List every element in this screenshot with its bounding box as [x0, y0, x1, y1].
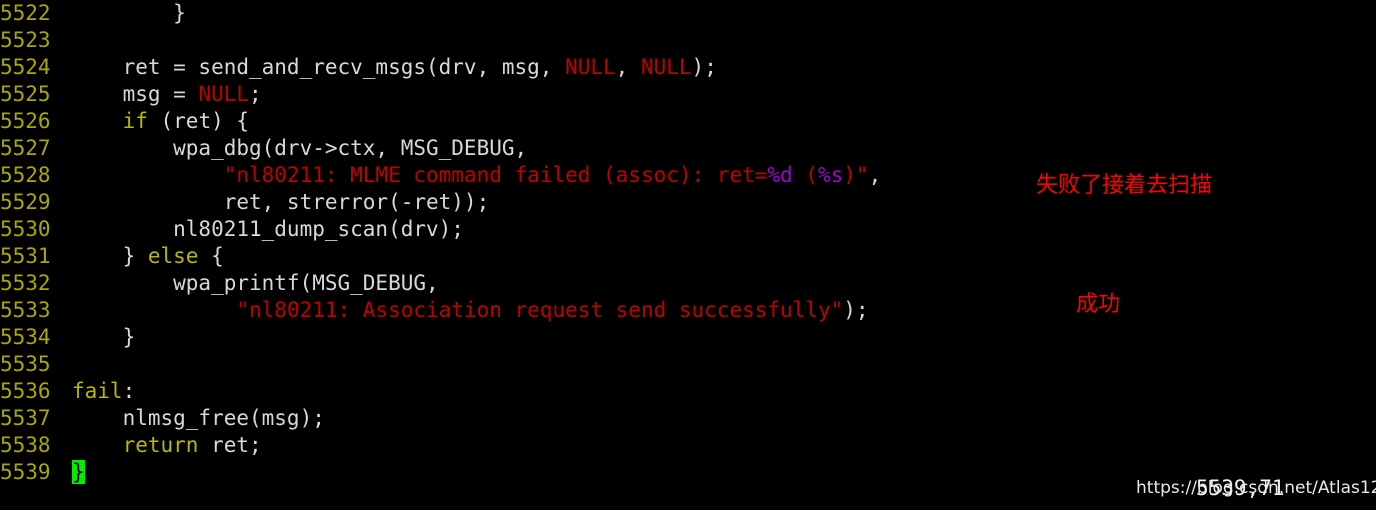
line-number: 5534 — [0, 325, 51, 349]
line-number: 5537 — [0, 406, 51, 430]
code-token-keyword: return — [122, 433, 199, 457]
code-text: } — [72, 1, 186, 25]
code-text: "nl80211: Association request send succe… — [72, 298, 869, 322]
code-token-string: NULL — [198, 82, 250, 106]
code-token-plain: ); — [843, 298, 869, 322]
code-token-string: "nl80211: Association request send succe… — [236, 298, 844, 322]
code-line[interactable]: 5525 msg = NULL; — [0, 81, 1376, 108]
annotation-success-note: 成功 — [1076, 292, 1121, 317]
code-text: "nl80211: MLME command failed (assoc): r… — [72, 163, 882, 187]
code-text: } — [72, 460, 85, 484]
code-text: } else { — [72, 244, 224, 268]
code-token-keyword: else — [147, 244, 199, 268]
code-token-plain: { — [198, 244, 224, 268]
code-token-plain: nl80211_dump_scan(drv); — [72, 217, 464, 241]
line-number: 5539 — [0, 460, 51, 484]
line-number: 5535 — [0, 352, 51, 376]
code-token-plain: , — [868, 163, 882, 187]
line-number: 5533 — [0, 298, 51, 322]
code-line[interactable]: 5533 "nl80211: Association request send … — [0, 297, 1376, 324]
code-editor-viewport: 5522 } 5523 5524 ret = send_and_recv_msgs(… — [0, 0, 1376, 510]
code-token-cursor: } — [72, 460, 85, 484]
code-text: if (ret) { — [72, 109, 249, 133]
code-text: return ret; — [72, 433, 262, 457]
code-token-plain: ret = send_and_recv_msgs(drv, msg, — [72, 55, 566, 79]
code-line[interactable]: 5535 — [0, 351, 1376, 378]
code-line[interactable]: 5527 wpa_dbg(drv->ctx, MSG_DEBUG, — [0, 135, 1376, 162]
code-token-plain: msg = — [72, 82, 199, 106]
code-line[interactable]: 5536 fail: — [0, 378, 1376, 405]
line-number: 5536 — [0, 379, 51, 403]
annotation-failure-note: 失败了接着去扫描 — [1036, 173, 1213, 198]
code-token-plain: (ret) { — [147, 109, 250, 133]
code-token-plain: nlmsg_free(msg); — [72, 406, 325, 430]
line-number: 5527 — [0, 136, 51, 160]
line-number: 5531 — [0, 244, 51, 268]
code-line[interactable]: 5534 } — [0, 324, 1376, 351]
line-number: 5522 — [0, 1, 51, 25]
code-token-string: NULL — [565, 55, 616, 79]
code-text: ret, strerror(-ret)); — [72, 190, 490, 214]
code-token-keyword: if — [122, 109, 148, 133]
code-token-plain: , — [615, 55, 641, 79]
code-text: fail: — [72, 379, 135, 403]
code-token-string: NULL — [640, 55, 692, 79]
code-text: nl80211_dump_scan(drv); — [72, 217, 464, 241]
code-line[interactable]: 5538 return ret; — [0, 432, 1376, 459]
code-token-string: )" — [843, 163, 869, 187]
code-token-label: fail — [72, 379, 123, 403]
code-token-plain: wpa_dbg(drv->ctx, MSG_DEBUG, — [72, 136, 528, 160]
code-token-format: %d — [767, 163, 793, 187]
line-number: 5530 — [0, 217, 51, 241]
code-line[interactable]: 5531 } else { — [0, 243, 1376, 270]
code-token-plain: ret, strerror(-ret)); — [72, 190, 490, 214]
code-line[interactable]: 5524 ret = send_and_recv_msgs(drv, msg, … — [0, 54, 1376, 81]
code-token-plain: wpa_printf(MSG_DEBUG, — [72, 271, 439, 295]
code-text: nlmsg_free(msg); — [72, 406, 325, 430]
code-token-plain: ret; — [198, 433, 262, 457]
code-token-plain: ; — [249, 82, 262, 106]
watermark-blog-url: https://blog.csdn.net/Atlas12345 — [1136, 478, 1376, 498]
line-number: 5526 — [0, 109, 51, 133]
code-token-plain: } — [72, 1, 186, 25]
code-line[interactable]: 5522 } — [0, 0, 1376, 27]
code-token-plain: ); — [691, 55, 717, 79]
code-token-string: "nl80211: MLME command failed (assoc): r… — [223, 163, 768, 187]
code-text: msg = NULL; — [72, 82, 262, 106]
code-text: } — [72, 325, 136, 349]
line-number: 5529 — [0, 190, 51, 214]
code-line[interactable]: 5523 — [0, 27, 1376, 54]
code-token-format: %s — [817, 163, 844, 187]
code-line[interactable]: 5526 if (ret) { — [0, 108, 1376, 135]
line-number: 5532 — [0, 271, 51, 295]
code-line[interactable]: 5532 wpa_printf(MSG_DEBUG, — [0, 270, 1376, 297]
line-number: 5525 — [0, 82, 51, 106]
line-number: 5528 — [0, 163, 51, 187]
code-text: wpa_printf(MSG_DEBUG, — [72, 271, 439, 295]
code-token-plain: } — [72, 325, 136, 349]
code-line[interactable]: 5530 nl80211_dump_scan(drv); — [0, 216, 1376, 243]
code-text: ret = send_and_recv_msgs(drv, msg, NULL,… — [72, 55, 717, 79]
code-token-plain: } — [72, 244, 148, 268]
code-lines-container: 5522 } 5523 5524 ret = send_and_recv_msgs(… — [0, 0, 1376, 486]
line-number: 5524 — [0, 55, 51, 79]
code-token-plain: : — [122, 379, 136, 403]
line-number: 5538 — [0, 433, 51, 457]
line-number: 5523 — [0, 28, 51, 52]
code-token-string: ( — [792, 163, 818, 187]
code-line[interactable]: 5537 nlmsg_free(msg); — [0, 405, 1376, 432]
code-text: wpa_dbg(drv->ctx, MSG_DEBUG, — [72, 136, 527, 160]
